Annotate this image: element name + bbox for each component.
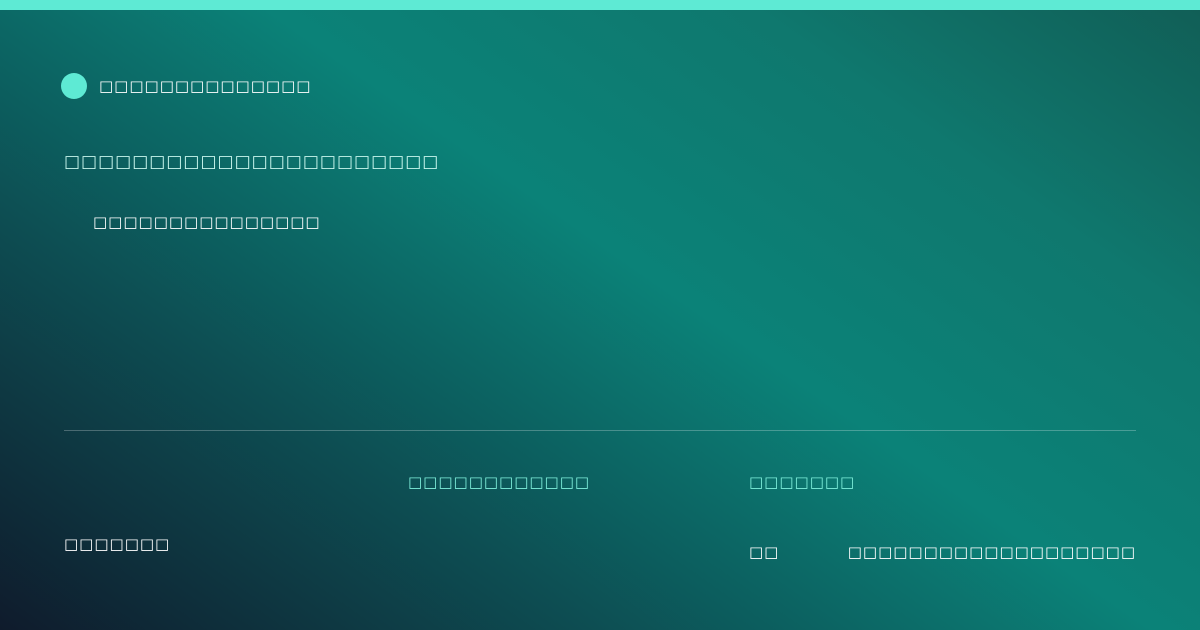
- footer-divider: [64, 430, 1136, 431]
- footer-column-b-label: □□□□□□□: [749, 473, 856, 491]
- footer-column-a-label: □□□□□□□□□□□□: [408, 473, 591, 491]
- dot-logo-icon: [61, 73, 87, 99]
- brand-header: □□□□□□□□□□□□□□: [61, 73, 311, 99]
- hero-tagline: □□□□□□□□□□□□□□□: [93, 213, 321, 231]
- top-accent-bar: [0, 0, 1200, 10]
- footer-column-b-value: □□: [749, 543, 780, 561]
- brand-name: □□□□□□□□□□□□□□: [99, 77, 312, 95]
- hero-headline: □□□□□□□□□□□□□□□□□□□□□□: [64, 152, 440, 172]
- footer-left-text: □□□□□□□: [64, 535, 171, 553]
- footer-right-text: □□□□□□□□□□□□□□□□□□□: [847, 543, 1136, 561]
